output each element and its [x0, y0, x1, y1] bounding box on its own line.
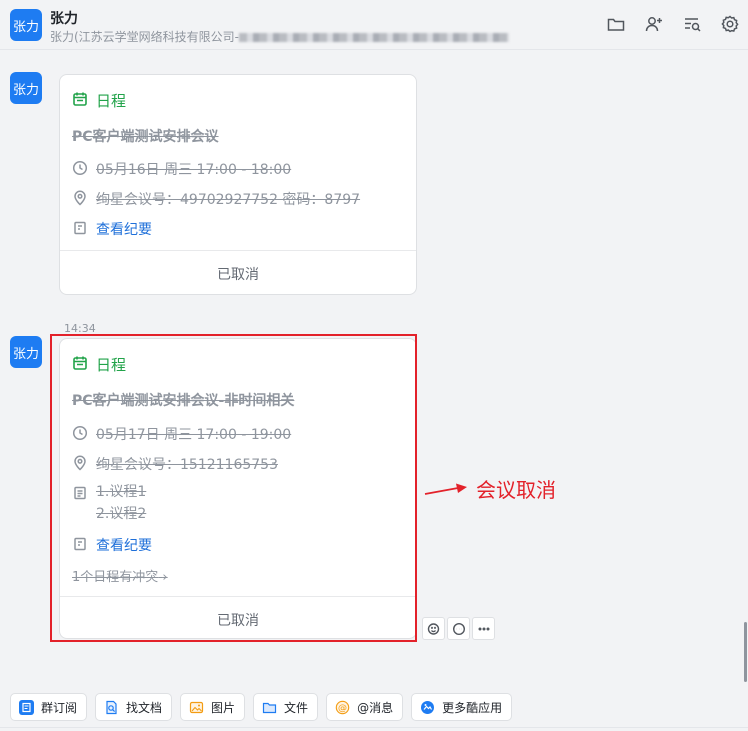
contact-avatar[interactable]: 张力	[10, 9, 42, 41]
highlight-box	[50, 334, 417, 642]
subscribe-icon	[19, 699, 34, 715]
folder-icon[interactable]	[606, 14, 626, 38]
button-label: 更多酷应用	[442, 700, 503, 715]
find-doc-button[interactable]: 找文档	[95, 693, 173, 721]
arrow-icon	[424, 483, 467, 495]
input-toolbar: 群订阅 找文档 图片 文件 @ @消息 更多酷应用	[10, 693, 513, 721]
more-icon[interactable]	[472, 617, 495, 640]
svg-text:@: @	[338, 703, 347, 713]
button-label: 文件	[284, 700, 309, 715]
sender-avatar[interactable]: 张力	[10, 72, 42, 104]
calendar-icon	[72, 91, 88, 111]
add-member-icon[interactable]	[644, 14, 664, 38]
view-notes-link[interactable]: 查看纪要	[96, 219, 152, 239]
file-button[interactable]: 文件	[253, 693, 319, 721]
card-header: 日程	[72, 90, 126, 111]
contact-subtitle: 张力(江苏云学堂网络科技有限公司-	[50, 28, 530, 45]
image-icon	[189, 700, 204, 715]
search-history-icon[interactable]	[682, 14, 702, 38]
cancelled-status: 已取消	[217, 267, 259, 283]
at-icon: @	[335, 700, 350, 715]
card-divider	[60, 250, 416, 251]
scrollbar[interactable]	[744, 622, 747, 682]
annotation-label: 会议取消	[476, 478, 556, 502]
button-label: 群订阅	[41, 700, 78, 715]
group-subscribe-button[interactable]: 群订阅	[10, 693, 88, 721]
schedule-card[interactable]: 日程 PC客户端测试安排会议 05月16日 周三 17:00 - 18:00 绚…	[59, 74, 417, 295]
sender-avatar[interactable]: 张力	[10, 336, 42, 368]
image-button[interactable]: 图片	[180, 693, 246, 721]
notes-icon	[72, 219, 88, 240]
location-icon	[72, 189, 88, 210]
meeting-info: 绚星会议号：49702927752 密码：8797	[96, 192, 361, 208]
reply-icon[interactable]	[447, 617, 470, 640]
schedule-subject: PC客户端测试安排会议	[72, 129, 219, 145]
card-title: 日程	[96, 92, 127, 110]
chat-header: 张力 张力 张力(江苏云学堂网络科技有限公司-	[0, 0, 748, 50]
meeting-row: 绚星会议号：49702927752 密码：8797	[72, 189, 360, 210]
settings-icon[interactable]	[720, 14, 740, 38]
notes-row[interactable]: 查看纪要	[72, 219, 152, 240]
add-reaction-icon[interactable]	[422, 617, 445, 640]
more-apps-button[interactable]: 更多酷应用	[411, 693, 513, 721]
message-actions	[422, 617, 495, 640]
header-actions	[606, 14, 740, 38]
clock-icon	[72, 159, 88, 180]
button-label: 图片	[211, 700, 236, 715]
schedule-time: 05月16日 周三 17:00 - 18:00	[96, 162, 292, 178]
schedule-time-row: 05月16日 周三 17:00 - 18:00	[72, 159, 291, 180]
button-label: @消息	[357, 700, 394, 715]
redacted-text	[239, 33, 510, 42]
contact-name[interactable]: 张力	[50, 8, 78, 28]
at-message-button[interactable]: @ @消息	[326, 693, 404, 721]
button-label: 找文档	[126, 700, 163, 715]
find-doc-icon	[104, 700, 119, 715]
apps-icon	[420, 700, 435, 715]
subtitle-prefix: 张力(江苏云学堂网络科技有限公司-	[50, 30, 240, 44]
folder-icon	[262, 700, 277, 715]
divider	[0, 727, 748, 728]
